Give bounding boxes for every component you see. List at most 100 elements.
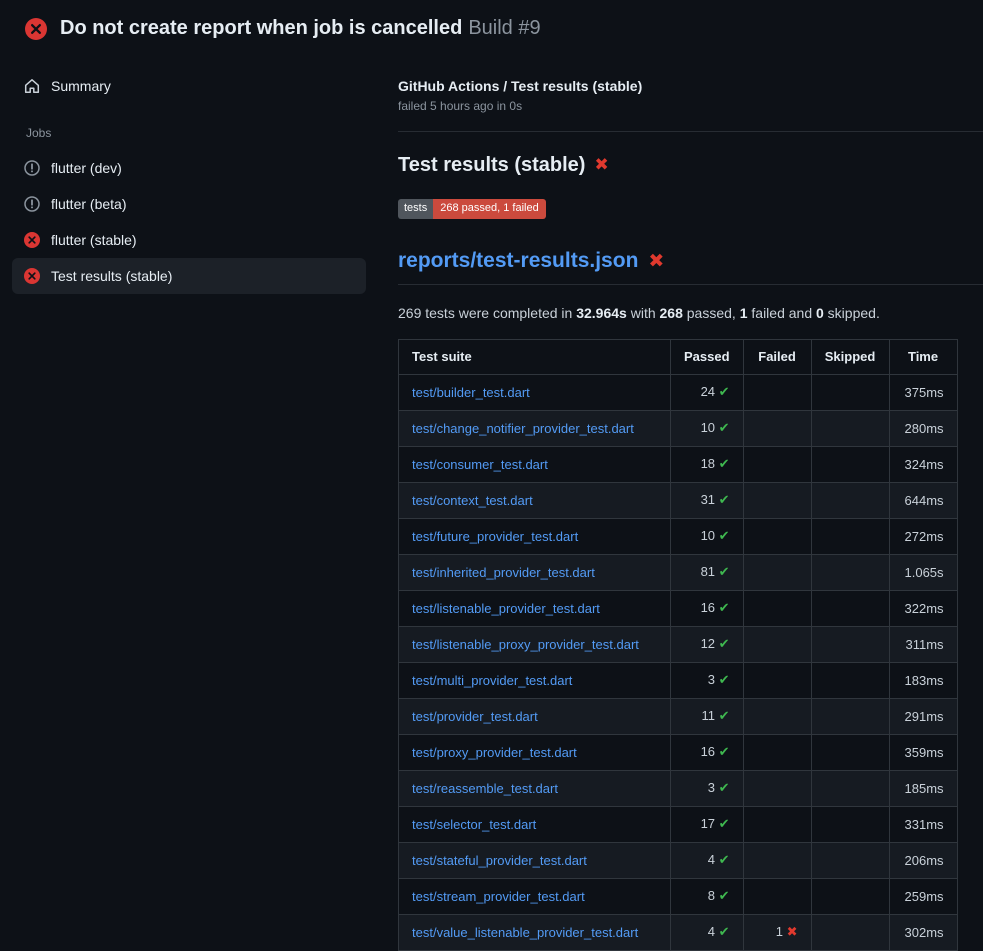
test-suite-link[interactable]: test/inherited_provider_test.dart <box>412 565 595 580</box>
results-table: Test suite Passed Failed Skipped Time te… <box>398 339 958 951</box>
failed-cell <box>743 375 811 411</box>
failed-cell <box>743 447 811 483</box>
check-icon: ✔ <box>719 385 730 400</box>
results-table-body: test/builder_test.dart24 ✔375ms test/chan… <box>399 375 958 951</box>
test-suite-cell: test/reassemble_test.dart <box>399 771 671 807</box>
table-row: test/multi_provider_test.dart 3 ✔ 183ms <box>399 663 958 699</box>
home-icon <box>24 78 40 94</box>
table-row: test/builder_test.dart24 ✔375ms <box>399 375 958 411</box>
summary-duration: 32.964s <box>576 305 627 321</box>
test-suite-link[interactable]: test/stateful_provider_test.dart <box>412 853 587 868</box>
sidebar-item-job[interactable]: Test results (stable) <box>12 258 366 294</box>
table-row: test/consumer_test.dart 18 ✔ 324ms <box>399 447 958 483</box>
passed-cell: 10 ✔ <box>671 519 744 555</box>
summary-skipped-count: 0 <box>816 305 824 321</box>
test-suite-link[interactable]: test/reassemble_test.dart <box>412 781 558 796</box>
failed-icon <box>24 268 40 284</box>
col-header-skipped: Skipped <box>811 340 889 375</box>
report-file-link[interactable]: reports/test-results.json <box>398 249 638 273</box>
failed-cell <box>743 699 811 735</box>
failed-cell: 1 ✖ <box>743 915 811 951</box>
time-cell: 185ms <box>889 771 957 807</box>
test-suite-link[interactable]: test/value_listenable_provider_test.dart <box>412 925 638 940</box>
time-cell: 280ms <box>889 411 957 447</box>
skipped-cell <box>811 807 889 843</box>
time-cell: 322ms <box>889 591 957 627</box>
passed-cell: 3 ✔ <box>671 663 744 699</box>
test-suite-cell: test/builder_test.dart <box>399 375 671 411</box>
test-suite-link[interactable]: test/context_test.dart <box>412 493 533 508</box>
breadcrumb: GitHub Actions / Test results (stable) <box>398 78 983 94</box>
passed-cell: 4 ✔ <box>671 843 744 879</box>
skipped-cell <box>811 915 889 951</box>
time-cell: 1.065s <box>889 555 957 591</box>
workflow-run-page: Do not create report when job is cancell… <box>0 0 983 950</box>
test-suite-link[interactable]: test/selector_test.dart <box>412 817 536 832</box>
job-label: Test results (stable) <box>51 268 172 284</box>
col-header-time: Time <box>889 340 957 375</box>
time-cell: 183ms <box>889 663 957 699</box>
tests-badge: tests 268 passed, 1 failed <box>398 199 546 219</box>
failed-x-icon: ✖ <box>648 252 664 271</box>
skipped-cell <box>811 663 889 699</box>
summary-failed-count: 1 <box>740 305 748 321</box>
sidebar-item-summary[interactable]: Summary <box>12 68 366 104</box>
skipped-cell <box>811 519 889 555</box>
time-cell: 331ms <box>889 807 957 843</box>
test-suite-cell: test/inherited_provider_test.dart <box>399 555 671 591</box>
col-header-failed: Failed <box>743 340 811 375</box>
page-title: Do not create report when job is cancell… <box>60 17 541 40</box>
run-header: Do not create report when job is cancell… <box>0 0 983 54</box>
test-suite-link[interactable]: test/consumer_test.dart <box>412 457 548 472</box>
test-suite-cell: test/value_listenable_provider_test.dart <box>399 915 671 951</box>
passed-cell: 10 ✔ <box>671 411 744 447</box>
passed-cell: 12 ✔ <box>671 627 744 663</box>
test-suite-cell: test/consumer_test.dart <box>399 447 671 483</box>
jobs-section-label: Jobs <box>10 104 368 150</box>
test-suite-link[interactable]: test/future_provider_test.dart <box>412 529 578 544</box>
job-label: flutter (dev) <box>51 160 122 176</box>
test-suite-link[interactable]: test/multi_provider_test.dart <box>412 673 572 688</box>
sidebar-item-job[interactable]: flutter (stable) <box>12 222 366 258</box>
check-icon: ✔ <box>719 817 730 832</box>
test-suite-link[interactable]: test/stream_provider_test.dart <box>412 889 585 904</box>
passed-cell: 4 ✔ <box>671 915 744 951</box>
sidebar-item-job[interactable]: flutter (dev) <box>12 150 366 186</box>
time-cell: 291ms <box>889 699 957 735</box>
check-icon: ✔ <box>719 457 730 472</box>
check-icon: ✔ <box>719 601 730 616</box>
test-suite-link[interactable]: test/listenable_provider_test.dart <box>412 601 600 616</box>
failed-cell <box>743 879 811 915</box>
test-suite-link[interactable]: test/proxy_provider_test.dart <box>412 745 577 760</box>
passed-cell: 18 ✔ <box>671 447 744 483</box>
time-cell: 206ms <box>889 843 957 879</box>
test-suite-link[interactable]: test/change_notifier_provider_test.dart <box>412 421 634 436</box>
report-heading: reports/test-results.json ✖ <box>398 249 983 285</box>
test-suite-link[interactable]: test/listenable_proxy_provider_test.dart <box>412 637 639 652</box>
skipped-cell <box>811 843 889 879</box>
check-icon: ✔ <box>719 853 730 868</box>
failed-cell <box>743 591 811 627</box>
summary-passed-count: 268 <box>660 305 683 321</box>
table-row: test/value_listenable_provider_test.dart… <box>399 915 958 951</box>
run-build-number: Build #9 <box>468 17 540 39</box>
skipped-cell <box>811 627 889 663</box>
table-row: test/future_provider_test.dart10 ✔272ms <box>399 519 958 555</box>
test-suite-link[interactable]: test/builder_test.dart <box>412 385 530 400</box>
time-cell: 311ms <box>889 627 957 663</box>
table-row: test/context_test.dart31 ✔644ms <box>399 483 958 519</box>
job-label: flutter (beta) <box>51 196 126 212</box>
passed-cell: 8 ✔ <box>671 879 744 915</box>
skipped-cell <box>811 483 889 519</box>
skipped-cell <box>811 555 889 591</box>
sidebar: Summary Jobs flutter (dev) flutter (beta)… <box>0 54 382 950</box>
test-suite-cell: test/stream_provider_test.dart <box>399 879 671 915</box>
sidebar-item-job[interactable]: flutter (beta) <box>12 186 366 222</box>
test-suite-cell: test/selector_test.dart <box>399 807 671 843</box>
test-suite-link[interactable]: test/provider_test.dart <box>412 709 538 724</box>
check-icon: ✔ <box>719 745 730 760</box>
table-header-row: Test suite Passed Failed Skipped Time <box>399 340 958 375</box>
check-icon: ✔ <box>719 637 730 652</box>
time-cell: 324ms <box>889 447 957 483</box>
skipped-cell <box>811 771 889 807</box>
